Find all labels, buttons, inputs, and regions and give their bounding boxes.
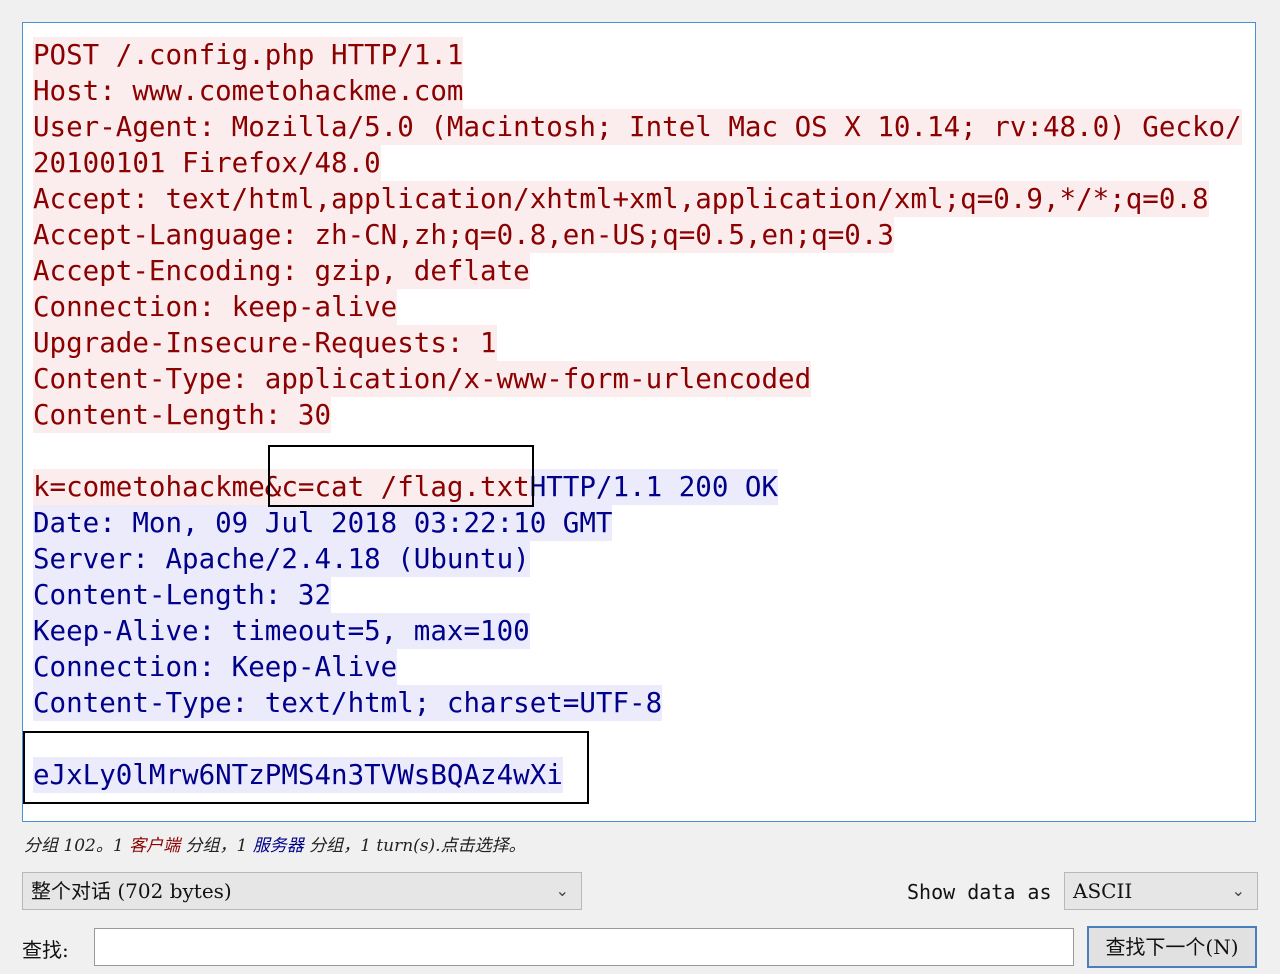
response-line: Date: Mon, 09 Jul 2018 03:22:10 GMT: [33, 505, 613, 541]
response-body-highlight-box: [23, 731, 589, 804]
chevron-down-icon: ⌄: [1231, 881, 1245, 900]
conversation-select[interactable]: 整个对话 (702 bytes) ⌄: [22, 872, 582, 910]
show-data-label: Show data as: [907, 880, 1052, 904]
request-line: Content-Length: 30: [33, 397, 332, 433]
show-data-select-value: ASCII: [1073, 879, 1133, 903]
request-line: Accept: text/html,application/xhtml+xml,…: [33, 181, 1209, 217]
client-link[interactable]: 客户端: [129, 836, 180, 856]
show-data-select[interactable]: ASCII ⌄: [1064, 872, 1258, 910]
find-next-button[interactable]: 查找下一个(N): [1087, 926, 1257, 968]
response-line: Content-Type: text/html; charset=UTF-8: [33, 685, 663, 721]
chevron-down-icon: ⌄: [555, 881, 569, 900]
request-line: Accept-Encoding: gzip, deflate: [33, 253, 530, 289]
stream-summary: 分组 102。1 客户端 分组，1 服务器 分组，1 turn(s).点击选择。: [24, 836, 526, 856]
response-line: Server: Apache/2.4.18 (Ubuntu): [33, 541, 530, 577]
request-line: 20100101 Firefox/48.0: [33, 145, 381, 181]
response-line: Connection: Keep-Alive: [33, 649, 398, 685]
request-line: User-Agent: Mozilla/5.0 (Macintosh; Inte…: [33, 109, 1242, 145]
request-line: Host: www.cometohackme.com: [33, 73, 464, 109]
response-line: Keep-Alive: timeout=5, max=100: [33, 613, 530, 649]
request-line: Connection: keep-alive: [33, 289, 398, 325]
request-line: Accept-Language: zh-CN,zh;q=0.8,en-US;q=…: [33, 217, 894, 253]
response-status-line: HTTP/1.1 200 OK: [529, 469, 779, 505]
find-input[interactable]: [94, 928, 1074, 966]
request-line: POST /.config.php HTTP/1.1: [33, 37, 464, 73]
follow-stream-text-panel[interactable]: POST /.config.php HTTP/1.1 Host: www.com…: [22, 22, 1256, 822]
request-line: Upgrade-Insecure-Requests: 1: [33, 325, 497, 361]
response-line: Content-Length: 32: [33, 577, 332, 613]
conversation-select-value: 整个对话 (702 bytes): [31, 879, 232, 903]
command-highlight-box: [268, 445, 534, 507]
find-label: 查找:: [22, 938, 69, 962]
server-link[interactable]: 服务器: [253, 836, 304, 856]
request-line: Content-Type: application/x-www-form-url…: [33, 361, 812, 397]
